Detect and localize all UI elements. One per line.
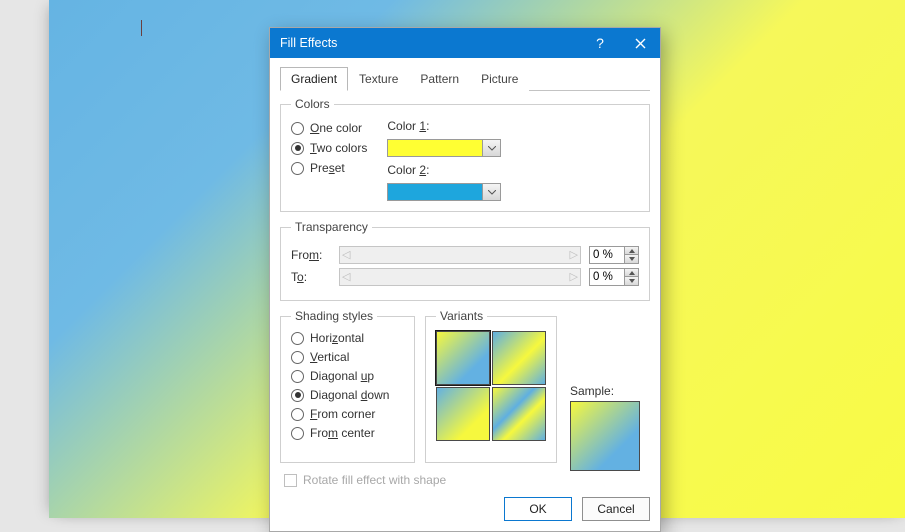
- radio-horizontal[interactable]: Horizontal: [291, 331, 404, 345]
- color1-label: Color 1:: [387, 119, 501, 133]
- tabs: Gradient Texture Pattern Picture: [280, 66, 650, 91]
- radio-vertical[interactable]: Vertical: [291, 350, 404, 364]
- radio-label: Vertical: [310, 350, 349, 364]
- radio-icon: [291, 162, 304, 175]
- tab-picture[interactable]: Picture: [470, 67, 529, 91]
- radio-label: Diagonal up: [310, 369, 374, 383]
- ok-button[interactable]: OK: [504, 497, 572, 521]
- tab-gradient[interactable]: Gradient: [280, 67, 348, 91]
- color2-swatch[interactable]: [387, 183, 483, 201]
- arrow-right-icon: ▷: [570, 272, 578, 283]
- radio-from-corner[interactable]: From corner: [291, 407, 404, 421]
- radio-two-colors[interactable]: Two colors: [291, 141, 367, 155]
- transparency-legend: Transparency: [291, 220, 372, 234]
- radio-from-center[interactable]: From center: [291, 426, 404, 440]
- caret-up-icon: [629, 249, 635, 253]
- arrow-left-icon: ◁: [342, 250, 350, 261]
- rotate-checkbox: [284, 474, 297, 487]
- text-cursor: [141, 20, 142, 36]
- dialog-title: Fill Effects: [280, 36, 580, 50]
- sample-label: Sample:: [570, 384, 650, 398]
- tab-pattern[interactable]: Pattern: [409, 67, 470, 91]
- radio-icon: [291, 142, 304, 155]
- variant-4[interactable]: [492, 387, 546, 441]
- from-spinner[interactable]: [589, 246, 639, 264]
- shading-legend: Shading styles: [291, 309, 377, 323]
- radio-label: From corner: [310, 407, 375, 421]
- radio-label: Diagonal down: [310, 388, 389, 402]
- radio-icon: [291, 351, 304, 364]
- color1-dropdown[interactable]: [483, 139, 501, 157]
- radio-icon: [291, 122, 304, 135]
- radio-icon: [291, 332, 304, 345]
- color1-swatch[interactable]: [387, 139, 483, 157]
- radio-icon: [291, 408, 304, 421]
- variant-1[interactable]: [436, 331, 490, 385]
- chevron-down-icon: [488, 146, 496, 151]
- cancel-button[interactable]: Cancel: [582, 497, 650, 521]
- spin-down[interactable]: [625, 255, 639, 264]
- caret-down-icon: [629, 279, 635, 283]
- close-icon: [635, 38, 646, 49]
- radio-icon: [291, 389, 304, 402]
- variants-legend: Variants: [436, 309, 487, 323]
- radio-one-color[interactable]: One color: [291, 121, 367, 135]
- from-label: From:: [291, 248, 331, 262]
- caret-down-icon: [629, 257, 635, 261]
- caret-up-icon: [629, 271, 635, 275]
- radio-icon: [291, 427, 304, 440]
- radio-icon: [291, 370, 304, 383]
- shading-group: Shading styles Horizontal Vertical Diago…: [280, 309, 415, 463]
- fill-effects-dialog: Fill Effects ? Gradient Texture Pattern …: [269, 27, 661, 532]
- tab-texture[interactable]: Texture: [348, 67, 409, 91]
- help-button[interactable]: ?: [580, 28, 620, 58]
- sample-preview: [570, 401, 640, 471]
- color2-dropdown[interactable]: [483, 183, 501, 201]
- arrow-left-icon: ◁: [342, 272, 350, 283]
- colors-legend: Colors: [291, 97, 334, 111]
- radio-label: Horizontal: [310, 331, 364, 345]
- rotate-label: Rotate fill effect with shape: [303, 473, 446, 487]
- radio-diagonal-up[interactable]: Diagonal up: [291, 369, 404, 383]
- close-button[interactable]: [620, 28, 660, 58]
- from-input[interactable]: [589, 246, 625, 264]
- radio-diagonal-down[interactable]: Diagonal down: [291, 388, 404, 402]
- chevron-down-icon: [488, 190, 496, 195]
- radio-label: Two colors: [310, 141, 367, 155]
- variant-2[interactable]: [492, 331, 546, 385]
- color2-label: Color 2:: [387, 163, 501, 177]
- transparency-group: Transparency From: ◁ ▷ To: ◁: [280, 220, 650, 301]
- rotate-row: Rotate fill effect with shape: [284, 473, 650, 487]
- from-slider[interactable]: ◁ ▷: [339, 246, 581, 264]
- colors-group: Colors One color Two colors Preset: [280, 97, 650, 212]
- to-spinner[interactable]: [589, 268, 639, 286]
- radio-preset[interactable]: Preset: [291, 161, 367, 175]
- radio-label: One color: [310, 121, 362, 135]
- spin-up[interactable]: [625, 268, 639, 277]
- spin-down[interactable]: [625, 277, 639, 286]
- to-input[interactable]: [589, 268, 625, 286]
- to-label: To:: [291, 270, 331, 284]
- variant-3[interactable]: [436, 387, 490, 441]
- radio-label: Preset: [310, 161, 345, 175]
- to-slider[interactable]: ◁ ▷: [339, 268, 581, 286]
- arrow-right-icon: ▷: [570, 250, 578, 261]
- radio-label: From center: [310, 426, 375, 440]
- titlebar: Fill Effects ?: [270, 28, 660, 58]
- spin-up[interactable]: [625, 246, 639, 255]
- variants-group: Variants: [425, 309, 557, 463]
